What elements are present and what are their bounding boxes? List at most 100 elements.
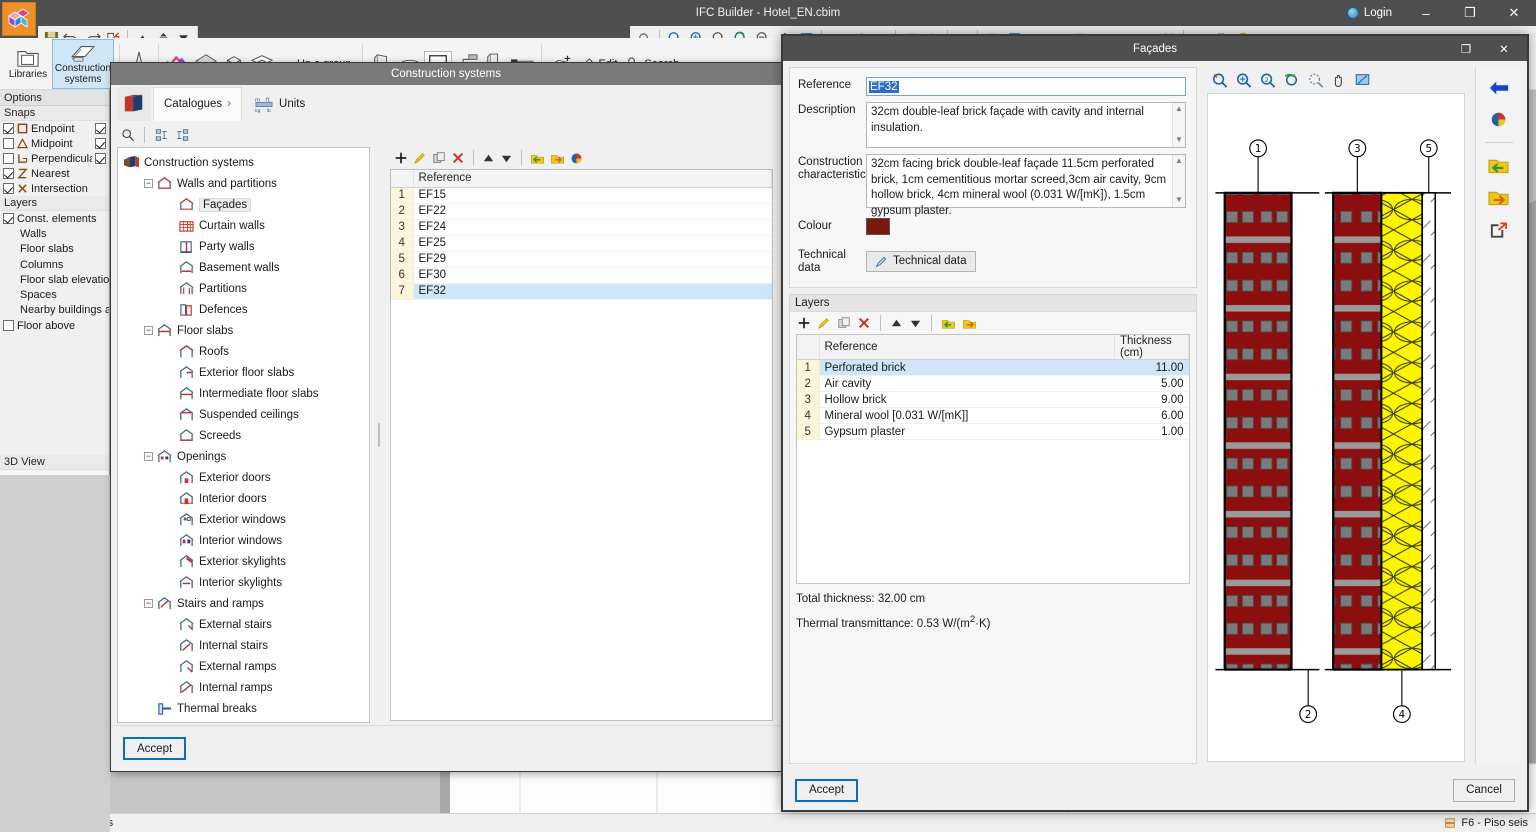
snap-checkbox[interactable] xyxy=(3,153,14,164)
reference-row[interactable]: 6 EF30 xyxy=(391,267,772,284)
snap-row-perpendicular[interactable]: Perpendicular xyxy=(0,151,109,166)
tree-item-interior-doors[interactable]: Interior doors xyxy=(120,488,369,509)
export-window-icon[interactable] xyxy=(1489,221,1508,239)
construction-systems-tree[interactable]: Construction systems − Walls and partition… xyxy=(117,147,370,723)
zoom-refresh-icon[interactable] xyxy=(1283,72,1300,88)
snap-secondary-checkbox[interactable] xyxy=(95,153,106,164)
technical-data-button[interactable]: Technical data xyxy=(866,250,976,272)
layer-row[interactable]: Spaces xyxy=(0,287,109,302)
close-button[interactable]: ✕ xyxy=(1492,0,1536,26)
reference-row[interactable]: 2 EF22 xyxy=(391,203,772,220)
characteristics-scrollbar[interactable]: ▲ ▼ xyxy=(1172,155,1185,207)
tree-item-party-walls[interactable]: Party walls xyxy=(120,236,369,257)
cs-accept-button[interactable]: Accept xyxy=(123,737,187,760)
snap-checkbox[interactable] xyxy=(3,183,14,194)
pan-icon[interactable] xyxy=(1331,72,1347,88)
description-scrollbar[interactable]: ▲ ▼ xyxy=(1172,103,1185,147)
facades-close-button[interactable]: ✕ xyxy=(1487,36,1521,61)
colour-swatch[interactable] xyxy=(866,218,890,235)
characteristics-input[interactable]: 32cm facing brick double-leaf façade 11.… xyxy=(866,154,1186,217)
layer-table-row[interactable]: 4 Mineral wool [0.031 W/[mK]] 6.00 xyxy=(797,407,1189,425)
tree-item-exterior-skylights[interactable]: Exterior skylights xyxy=(120,551,369,572)
tree-item-screeds[interactable]: Screeds xyxy=(120,425,369,446)
maximize-button[interactable]: ❐ xyxy=(1448,0,1492,26)
reference-row[interactable]: 7 EF32 xyxy=(391,283,772,300)
tree-item-intermediate-floor-slabs[interactable]: Intermediate floor slabs xyxy=(120,383,369,404)
reference-row[interactable]: 1 EF15 xyxy=(391,187,772,204)
tree-item-external-stairs[interactable]: External stairs xyxy=(120,614,369,635)
snap-row-nearest[interactable]: Nearest xyxy=(0,166,109,181)
layer-move-up-icon[interactable] xyxy=(890,317,903,330)
facades-maximize-button[interactable]: ❐ xyxy=(1449,36,1483,61)
tree-expander[interactable]: − xyxy=(144,326,153,335)
description-input[interactable]: 32cm double-leaf brick façade with cavit… xyxy=(866,102,1186,148)
tree-search-icon[interactable] xyxy=(121,128,135,142)
palette-sidebar-icon[interactable] xyxy=(1490,111,1507,128)
layer-table-row[interactable]: 1 Perforated brick 11.00 xyxy=(797,359,1189,377)
snap-secondary-checkbox[interactable] xyxy=(95,138,106,149)
copy-icon[interactable] xyxy=(432,151,446,165)
tree-item-exterior-windows[interactable]: Exterior windows xyxy=(120,509,369,530)
tree-expander[interactable]: − xyxy=(144,179,153,188)
tree-item-floor-slabs[interactable]: − Floor slabs xyxy=(120,320,369,341)
collapse-all-icon[interactable] xyxy=(175,128,190,142)
back-arrow-icon[interactable] xyxy=(1489,79,1509,97)
tab-catalogues[interactable]: Catalogues › xyxy=(153,87,243,121)
export-catalog-icon[interactable] xyxy=(550,151,565,165)
tree-item-exterior-doors[interactable]: Exterior doors xyxy=(120,467,369,488)
layer-row[interactable]: Walls xyxy=(0,226,109,241)
references-grid[interactable]: Reference 1 EF15 2 EF22 3 EF24 4 EF25 5 EF29 6 EF30… xyxy=(390,169,773,721)
libraries-button[interactable]: Libraries xyxy=(4,39,52,89)
layer-add-icon[interactable] xyxy=(797,316,811,330)
layer-checkbox[interactable] xyxy=(3,213,14,225)
zoom-window-icon[interactable] xyxy=(1211,72,1228,88)
facades-cancel-button[interactable]: Cancel xyxy=(1453,778,1515,802)
layer-row[interactable]: Floor above xyxy=(0,318,109,333)
add-icon[interactable] xyxy=(394,151,408,165)
tree-item-openings[interactable]: − Openings xyxy=(120,446,369,467)
import-sidebar-icon[interactable] xyxy=(1488,157,1509,175)
layer-table-row[interactable]: 2 Air cavity 5.00 xyxy=(797,375,1189,393)
snap-row-endpoint[interactable]: Endpoint xyxy=(0,121,109,136)
layer-export-icon[interactable] xyxy=(962,316,977,330)
snap-checkbox[interactable] xyxy=(3,168,14,179)
facades-accept-button[interactable]: Accept xyxy=(795,778,859,802)
tree-expander[interactable]: − xyxy=(144,599,153,608)
tab-units[interactable]: m ft kg lb Units xyxy=(244,87,315,121)
login-button[interactable]: Login xyxy=(1335,7,1404,19)
layers-grid[interactable]: Reference Thickness (cm) 1 Perforated bri… xyxy=(796,334,1190,585)
tree-splitter[interactable] xyxy=(376,147,382,723)
move-down-icon[interactable] xyxy=(500,152,513,165)
delete-icon[interactable] xyxy=(451,151,465,165)
zoom-all-icon[interactable] xyxy=(1235,72,1252,88)
move-up-icon[interactable] xyxy=(482,152,495,165)
reference-row[interactable]: 4 EF25 xyxy=(391,235,772,252)
layer-import-icon[interactable] xyxy=(941,316,956,330)
tree-item-fa-ades[interactable]: Façades xyxy=(120,194,369,215)
layer-row[interactable]: Columns xyxy=(0,257,109,272)
layer-row[interactable]: Floor slabs xyxy=(0,242,109,257)
reference-input[interactable]: EF32 xyxy=(866,77,1186,96)
layer-row[interactable]: Const. elements xyxy=(0,211,109,226)
export-sidebar-icon[interactable] xyxy=(1488,189,1509,207)
snap-row-intersection[interactable]: Intersection xyxy=(0,181,109,196)
construction-systems-button[interactable]: Construction systems xyxy=(52,39,114,89)
layer-table-row[interactable]: 3 Hollow brick 9.00 xyxy=(797,391,1189,409)
layer-row[interactable]: Nearby buildings and xyxy=(0,303,109,318)
wall-section-drawing[interactable]: 1 3 5 2 4 xyxy=(1207,93,1465,762)
tree-item-construction-systems[interactable]: Construction systems xyxy=(120,152,369,173)
layer-checkbox[interactable] xyxy=(3,320,14,332)
layer-edit-icon[interactable] xyxy=(817,316,831,330)
layer-table-row[interactable]: 5 Gypsum plaster 1.00 xyxy=(797,423,1189,441)
layer-move-down-icon[interactable] xyxy=(909,317,922,330)
tree-item-curtain-walls[interactable]: Curtain walls xyxy=(120,215,369,236)
app-logo-icon[interactable] xyxy=(2,2,36,36)
tree-item-basement-walls[interactable]: Basement walls xyxy=(120,257,369,278)
tree-item-stairs-and-ramps[interactable]: − Stairs and ramps xyxy=(120,593,369,614)
reference-row[interactable]: 3 EF24 xyxy=(391,219,772,236)
tree-expander[interactable]: − xyxy=(144,452,153,461)
zoom-out-icon[interactable] xyxy=(1307,72,1324,88)
snap-row-midpoint[interactable]: Midpoint xyxy=(0,136,109,151)
tree-item-interior-windows[interactable]: Interior windows xyxy=(120,530,369,551)
tree-item-interior-skylights[interactable]: Interior skylights xyxy=(120,572,369,593)
